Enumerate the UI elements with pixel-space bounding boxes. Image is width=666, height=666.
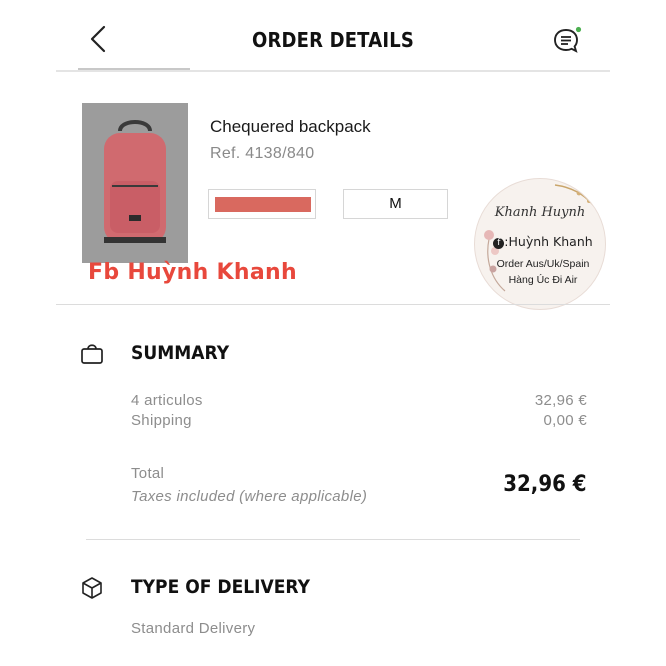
- watermark-text: Fb Huỳnh Khanh: [88, 260, 297, 285]
- backpack-image: [82, 103, 188, 263]
- seal-line-2: Hàng Úc Đi Air: [508, 274, 578, 286]
- total-value: 32,96 €: [503, 472, 587, 497]
- shipping-value: 0,00 €: [543, 412, 587, 429]
- color-selector[interactable]: [208, 189, 316, 219]
- color-swatch: [215, 197, 311, 212]
- items-label: 4 articulos: [131, 392, 203, 409]
- watermark-seal: Khanh Huynh f:Huỳnh Khanh Order Aus/Uk/S…: [474, 178, 606, 310]
- product-name: Chequered backpack: [210, 117, 371, 136]
- header-divider: [56, 70, 610, 72]
- product-image[interactable]: [82, 103, 188, 263]
- taxes-note: Taxes included (where applicable): [131, 488, 368, 505]
- page-title: ORDER DETAILS: [251, 28, 415, 52]
- summary-title: SUMMARY: [131, 342, 230, 364]
- product-ref: Ref. 4138/840: [210, 145, 315, 162]
- seal-fb-name: f:Huỳnh Khanh: [481, 234, 605, 249]
- seal-script: Khanh Huynh: [494, 205, 586, 220]
- chat-icon[interactable]: [552, 26, 582, 56]
- notification-dot: [575, 26, 582, 33]
- shipping-label: Shipping: [131, 412, 192, 429]
- shopping-bag-icon: [81, 344, 103, 364]
- facebook-icon: f: [493, 238, 505, 249]
- total-label: Total: [131, 465, 165, 482]
- delivery-value: Standard Delivery: [131, 620, 256, 637]
- delivery-title: TYPE OF DELIVERY: [131, 576, 311, 598]
- section-divider: [86, 539, 580, 540]
- seal-line-1: Order Aus/Uk/Spain: [496, 258, 590, 270]
- items-value: 32,96 €: [534, 392, 587, 409]
- package-icon: [82, 577, 102, 599]
- section-divider: [56, 304, 610, 305]
- size-selector[interactable]: M: [343, 189, 448, 219]
